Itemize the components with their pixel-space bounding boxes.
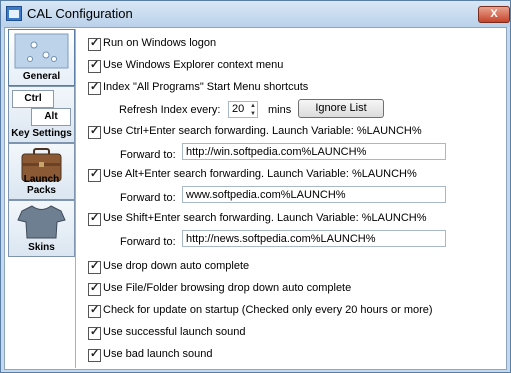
dropdown-autocomplete-checkbox[interactable] [88,259,101,274]
alt-key-icon: Alt [31,108,71,126]
sidebar-item-key-settings[interactable]: Ctrl Alt Key Settings [8,86,75,143]
alt-enter-checkbox[interactable] [88,167,101,182]
sidebar-item-label: Skins [28,242,55,253]
close-button[interactable]: X [478,6,510,23]
ctrl-forward-input[interactable] [182,143,446,160]
bad-sound-label: Use bad launch sound [103,348,213,360]
run-on-logon-label: Run on Windows logon [103,37,217,49]
sliders-icon [14,33,69,69]
sidebar-item-label: General [22,71,61,82]
bad-sound-checkbox[interactable] [88,347,101,362]
refresh-unit-label: mins [268,104,292,116]
alt-enter-label: Use Alt+Enter search forwarding. Launch … [103,168,417,180]
ignore-list-button[interactable]: Ignore List [298,99,384,118]
run-on-logon-checkbox[interactable] [88,36,101,51]
refresh-interval-value: 20 [232,103,245,115]
refresh-interval-spinner[interactable]: 20 ▲ ▼ [228,101,258,118]
index-shortcuts-label: Index "All Programs" Start Menu shortcut… [103,81,309,93]
shift-forward-label: Forward to: [120,236,176,248]
explorer-context-label: Use Windows Explorer context menu [103,59,284,71]
client-area: General Ctrl Alt Key Settings Launch Pac… [4,27,507,370]
index-shortcuts-checkbox[interactable] [88,80,101,95]
ctrl-key-icon: Ctrl [12,90,54,108]
dropdown-autocomplete-label: Use drop down auto complete [103,260,250,272]
sidebar-item-skins[interactable]: Skins [8,200,75,257]
app-icon [6,6,22,21]
general-settings-panel: Run on Windows logon Use Windows Explore… [78,29,503,368]
shift-enter-label: Use Shift+Enter search forwarding. Launc… [103,212,427,224]
window-title: CAL Configuration [27,6,133,21]
alt-forward-label: Forward to: [120,192,176,204]
shift-forward-input[interactable] [182,230,446,247]
refresh-index-label: Refresh Index every: [119,104,221,116]
shift-enter-checkbox[interactable] [88,211,101,226]
spin-up-icon[interactable]: ▲ [249,102,257,110]
filefolder-autocomplete-label: Use File/Folder browsing drop down auto … [103,282,352,294]
sidebar-item-general[interactable]: General [8,29,75,86]
config-window: CAL Configuration X General Ctrl Alt Key… [0,0,511,373]
check-update-label: Check for update on startup (Checked onl… [103,304,433,316]
sidebar-item-launch-packs[interactable]: Launch Packs [8,143,75,200]
sidebar-item-label: Launch Packs [23,174,60,196]
check-update-checkbox[interactable] [88,303,101,318]
filefolder-autocomplete-checkbox[interactable] [88,281,101,296]
explorer-context-checkbox[interactable] [88,58,101,73]
success-sound-checkbox[interactable] [88,325,101,340]
ctrl-enter-label: Use Ctrl+Enter search forwarding. Launch… [103,125,422,137]
alt-forward-input[interactable] [182,186,446,203]
ctrl-enter-checkbox[interactable] [88,124,101,139]
success-sound-label: Use successful launch sound [103,326,246,338]
sidebar: General Ctrl Alt Key Settings Launch Pac… [6,29,76,368]
title-bar[interactable]: CAL Configuration X [1,1,510,27]
ctrl-forward-label: Forward to: [120,149,176,161]
spin-down-icon[interactable]: ▼ [249,110,257,118]
sidebar-item-label: Key Settings [11,128,72,139]
tshirt-icon [17,205,66,239]
